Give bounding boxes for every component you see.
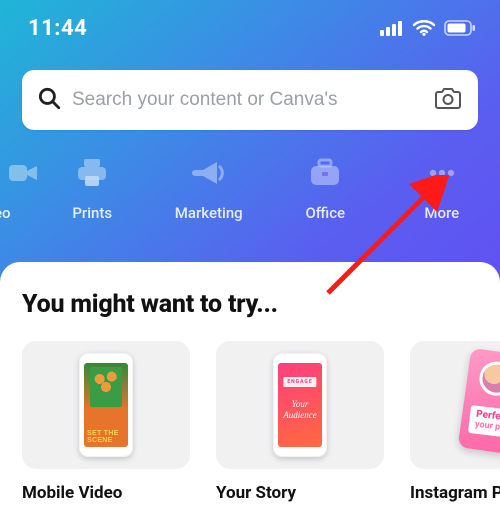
card-label: Instagram P xyxy=(410,483,500,503)
card-instagram-post[interactable]: Perfect your p Instagram P xyxy=(410,341,500,503)
mock-caption: Perfect your p xyxy=(468,405,500,441)
card-thumb: ENGAGE YourAudience xyxy=(216,341,384,469)
wifi-icon xyxy=(412,20,436,36)
search-bar[interactable] xyxy=(22,70,478,130)
suggestions-sheet: You might want to try... SET THESCENE Mo… xyxy=(0,262,500,524)
card-label: Your Story xyxy=(216,483,384,503)
ig-tile-mock: Perfect your p xyxy=(458,348,500,462)
category-row: eo Prints Marketing Office More xyxy=(0,130,500,222)
card-your-story[interactable]: ENGAGE YourAudience Your Story xyxy=(216,341,384,503)
category-video[interactable]: eo xyxy=(0,156,34,222)
category-label: Office xyxy=(305,204,345,222)
card-mobile-video[interactable]: SET THESCENE Mobile Video xyxy=(22,341,190,503)
status-icons xyxy=(380,20,476,36)
megaphone-icon xyxy=(185,156,233,190)
more-icon xyxy=(418,156,466,190)
search-input[interactable] xyxy=(72,89,424,111)
category-label: More xyxy=(424,204,459,222)
category-more[interactable]: More xyxy=(384,156,500,222)
mock-tag: ENGAGE xyxy=(283,377,316,387)
suggestion-cards[interactable]: SET THESCENE Mobile Video ENGAGE YourAud… xyxy=(0,341,500,503)
mock-text: Your xyxy=(292,399,309,409)
status-bar: 11:44 xyxy=(0,0,500,52)
mock-text: SET THE xyxy=(87,430,119,437)
card-label: Mobile Video xyxy=(22,483,190,503)
search-icon xyxy=(36,85,62,115)
category-label: Prints xyxy=(72,204,112,222)
category-prints[interactable]: Prints xyxy=(34,156,151,222)
avatar xyxy=(477,359,500,397)
mock-text: SCENE xyxy=(87,437,113,444)
cellular-icon xyxy=(380,20,404,36)
phone-mock: ENGAGE YourAudience xyxy=(273,353,327,457)
printer-icon xyxy=(68,156,116,190)
app-screen: 11:44 eo Prin xyxy=(0,0,500,524)
battery-icon xyxy=(444,20,476,36)
category-marketing[interactable]: Marketing xyxy=(151,156,268,222)
card-thumb: Perfect your p xyxy=(410,341,500,469)
sheet-title: You might want to try... xyxy=(0,290,500,341)
card-thumb: SET THESCENE xyxy=(22,341,190,469)
category-office[interactable]: Office xyxy=(267,156,384,222)
search-bar-container xyxy=(0,52,500,130)
phone-mock: SET THESCENE xyxy=(79,353,133,457)
briefcase-icon xyxy=(301,156,349,190)
camera-icon[interactable] xyxy=(434,86,462,114)
mock-text: Audience xyxy=(283,410,316,420)
mock-text: your p xyxy=(474,420,500,435)
status-time: 11:44 xyxy=(28,16,87,41)
category-label: Marketing xyxy=(175,204,243,222)
category-label: eo xyxy=(0,204,11,222)
